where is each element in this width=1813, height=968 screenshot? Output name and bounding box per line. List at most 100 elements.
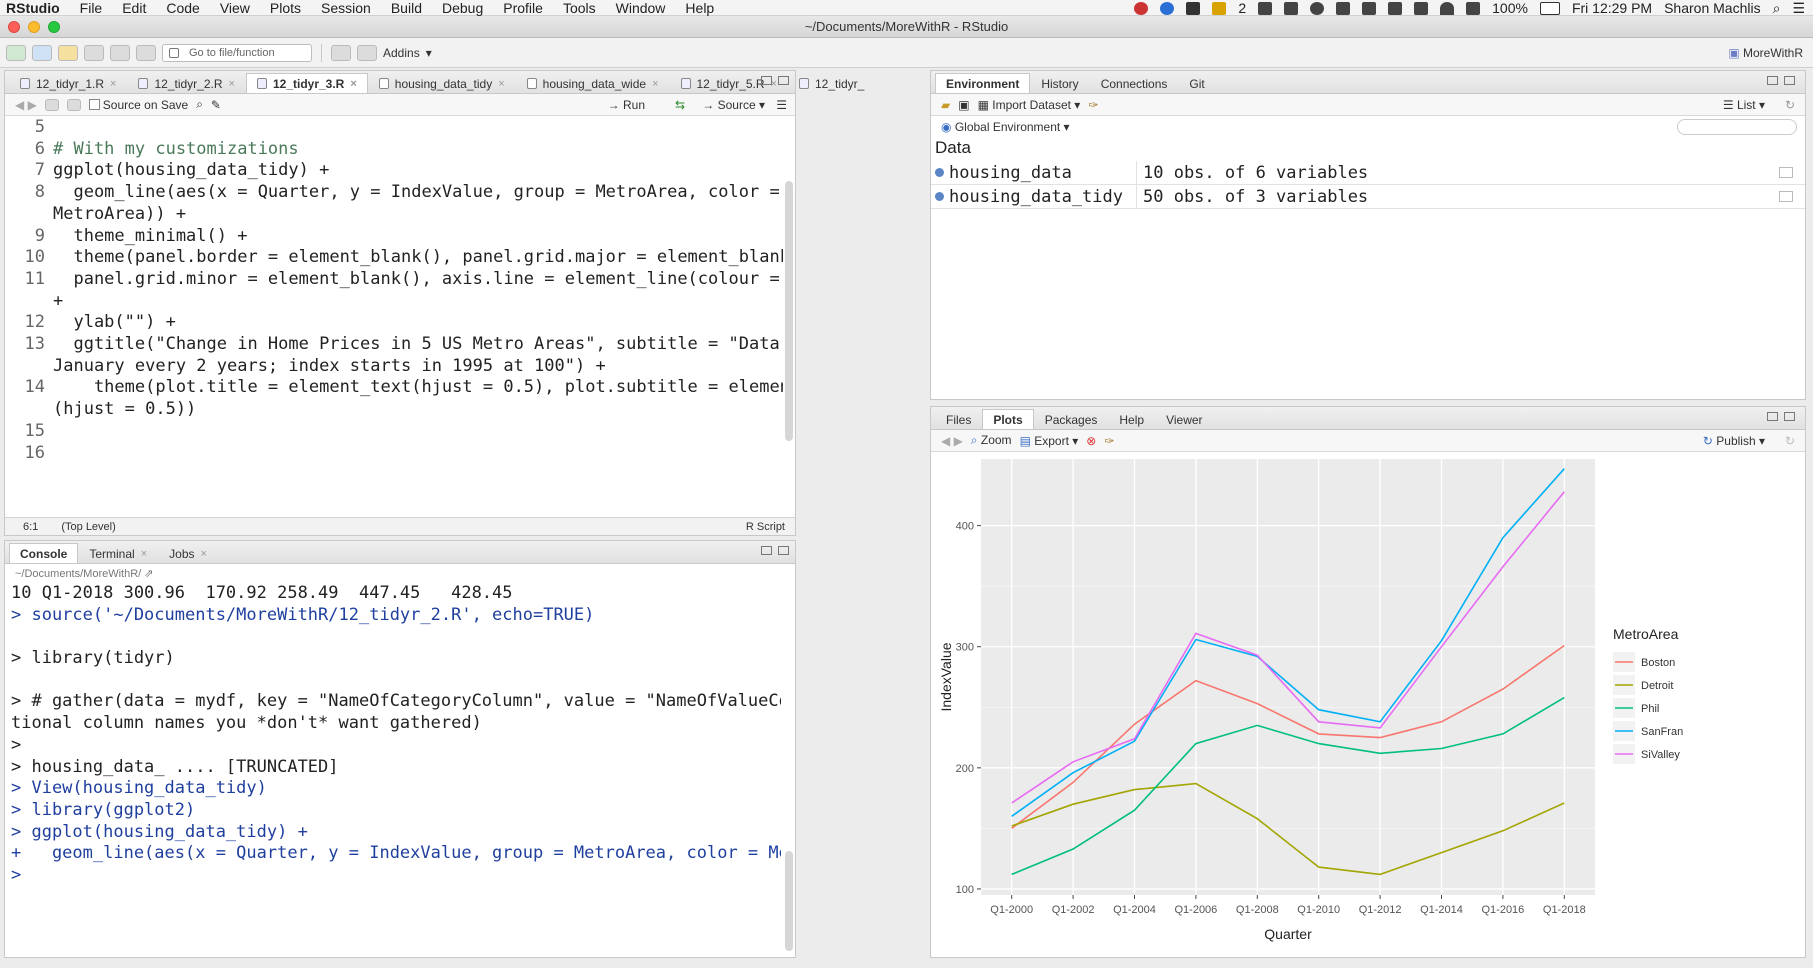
code-line[interactable]: 16: [5, 443, 783, 465]
code-line[interactable]: 7 ggplot(housing_data_tidy) +: [5, 160, 783, 182]
search-icon[interactable]: ⌕: [196, 97, 203, 112]
close-icon[interactable]: ×: [201, 544, 207, 564]
keyboard-icon[interactable]: [1414, 1, 1429, 15]
search-icon[interactable]: ⌕: [1773, 0, 1781, 17]
editor-tab-1[interactable]: 12_tidyr_1.R ×: [9, 73, 127, 93]
console-scrollbar[interactable]: [785, 851, 793, 951]
refresh-icon[interactable]: ↻: [1785, 98, 1795, 112]
menu-tools[interactable]: Tools: [553, 0, 606, 16]
save-icon[interactable]: [84, 44, 104, 61]
maximize-pane-icon[interactable]: [778, 546, 789, 555]
close-icon[interactable]: ×: [110, 74, 116, 94]
maximize-pane-icon[interactable]: [778, 76, 789, 85]
close-icon[interactable]: ×: [350, 74, 356, 94]
rerun-icon[interactable]: ⇆: [675, 98, 685, 112]
tab-files[interactable]: Files: [935, 409, 982, 429]
close-window-button[interactable]: [8, 21, 20, 33]
tab-help[interactable]: Help: [1108, 409, 1155, 429]
menu-plots[interactable]: Plots: [260, 0, 311, 16]
export-button[interactable]: ▤ Export ▾: [1020, 434, 1079, 448]
tab-jobs[interactable]: Jobs ×: [158, 543, 218, 563]
minimize-pane-icon[interactable]: [761, 546, 772, 555]
menu-debug[interactable]: Debug: [432, 0, 493, 16]
minimize-window-button[interactable]: [28, 21, 40, 33]
zoom-window-button[interactable]: [48, 21, 60, 33]
minimize-pane-icon[interactable]: [1767, 412, 1778, 421]
time-machine-icon[interactable]: [1310, 1, 1325, 15]
source-on-save-checkbox[interactable]: Source on Save: [88, 98, 188, 112]
lightning-icon[interactable]: [1336, 1, 1351, 15]
code-line[interactable]: 15: [5, 421, 783, 443]
code-line[interactable]: MetroArea)) +: [5, 204, 783, 226]
new-project-icon[interactable]: [32, 44, 52, 61]
editor-tab-3[interactable]: 12_tidyr_3.R ×: [245, 73, 368, 94]
outline-icon[interactable]: ☰: [776, 98, 787, 112]
show-in-window-icon[interactable]: [44, 98, 59, 111]
file-type[interactable]: R Script: [746, 518, 785, 536]
battery-icon[interactable]: [1539, 1, 1560, 15]
code-line[interactable]: 14 theme(plot.title = element_text(hjust…: [5, 377, 783, 399]
bluetooth-icon[interactable]: [1362, 1, 1377, 15]
tab-git[interactable]: Git: [1178, 73, 1215, 93]
tab-connections[interactable]: Connections: [1090, 73, 1179, 93]
code-line[interactable]: 13 ggtitle("Change in Home Prices in 5 U…: [5, 334, 783, 356]
user-name[interactable]: Sharon Machlis: [1664, 0, 1761, 16]
code-line[interactable]: +: [5, 291, 783, 313]
console-output[interactable]: 10 Q1-2018 300.96 170.92 258.49 447.45 4…: [11, 583, 781, 953]
expand-icon[interactable]: [935, 192, 944, 201]
shield-icon[interactable]: [1212, 1, 1227, 15]
scope-select[interactable]: ◉ Global Environment ▾: [941, 120, 1070, 134]
code-line[interactable]: 6 # With my customizations: [5, 139, 783, 161]
code-editor[interactable]: 5 6 # With my customizations 7 ggplot(housin…: [5, 117, 783, 512]
load-workspace-icon[interactable]: ▰: [941, 98, 950, 112]
close-icon[interactable]: ×: [229, 74, 235, 94]
status-badge[interactable]: 2: [1238, 0, 1246, 16]
menu-profile[interactable]: Profile: [493, 0, 553, 16]
scope-indicator[interactable]: (Top Level): [61, 521, 115, 533]
volume-icon[interactable]: [1466, 1, 1481, 15]
pane-layout-icon[interactable]: [357, 44, 377, 61]
run-button[interactable]: → Run: [608, 98, 645, 112]
code-line[interactable]: 12 ylab("") +: [5, 312, 783, 334]
tab-terminal[interactable]: Terminal ×: [78, 543, 158, 563]
addins-button[interactable]: Addins: [383, 46, 420, 60]
list-view-toggle[interactable]: ☰ List ▾: [1723, 98, 1765, 112]
publish-button[interactable]: ↻ Publish ▾: [1703, 434, 1765, 448]
new-file-icon[interactable]: [6, 44, 26, 61]
broom-icon[interactable]: ✑: [1088, 98, 1098, 112]
tab-console[interactable]: Console: [9, 543, 79, 563]
menu-build[interactable]: Build: [381, 0, 432, 16]
code-line[interactable]: 10 theme(panel.border = element_blank(),…: [5, 247, 783, 269]
code-line[interactable]: 11 panel.grid.minor = element_blank(), a…: [5, 269, 783, 291]
maximize-pane-icon[interactable]: [1784, 412, 1795, 421]
table-row[interactable]: housing_data 10 obs. of 6 variables: [931, 160, 1805, 185]
expand-icon[interactable]: [935, 168, 944, 177]
tab-history[interactable]: History: [1030, 73, 1089, 93]
broom-icon[interactable]: ✑: [1104, 434, 1114, 448]
battery-percent[interactable]: 100%: [1492, 0, 1528, 16]
wifi-icon[interactable]: [1440, 1, 1455, 15]
app-menu[interactable]: RStudio: [0, 0, 70, 16]
code-line[interactable]: 5: [5, 117, 783, 139]
wand-icon[interactable]: ✎: [211, 98, 221, 112]
maximize-pane-icon[interactable]: [1784, 76, 1795, 85]
editor-tab-5[interactable]: housing_data_wide ×: [516, 73, 670, 93]
tab-environment[interactable]: Environment: [935, 73, 1031, 93]
menu-view[interactable]: View: [210, 0, 260, 16]
remove-plot-icon[interactable]: ⊗: [1086, 434, 1096, 448]
clock[interactable]: Fri 12:29 PM: [1572, 0, 1652, 16]
menu-edit[interactable]: Edit: [112, 0, 156, 16]
vcs-icon[interactable]: [331, 44, 351, 61]
code-line[interactable]: 9 theme_minimal() +: [5, 226, 783, 248]
refresh-icon[interactable]: ↻: [1785, 434, 1795, 448]
editor-tab-7[interactable]: 12_tidyr_: [788, 73, 875, 93]
prev-plot-icon[interactable]: ◀ ▶: [941, 434, 963, 448]
table-row[interactable]: housing_data_tidy 50 obs. of 3 variables: [931, 184, 1805, 209]
menu-list-icon[interactable]: ☰: [1792, 0, 1805, 17]
menu-file[interactable]: File: [70, 0, 113, 16]
minimize-pane-icon[interactable]: [761, 76, 772, 85]
console-path[interactable]: ~/Documents/MoreWithR/ ⇗: [15, 567, 154, 580]
goto-file-input[interactable]: Go to file/function: [162, 43, 312, 62]
goto-dir-icon[interactable]: ⇗: [144, 568, 153, 580]
print-icon[interactable]: [136, 44, 156, 61]
